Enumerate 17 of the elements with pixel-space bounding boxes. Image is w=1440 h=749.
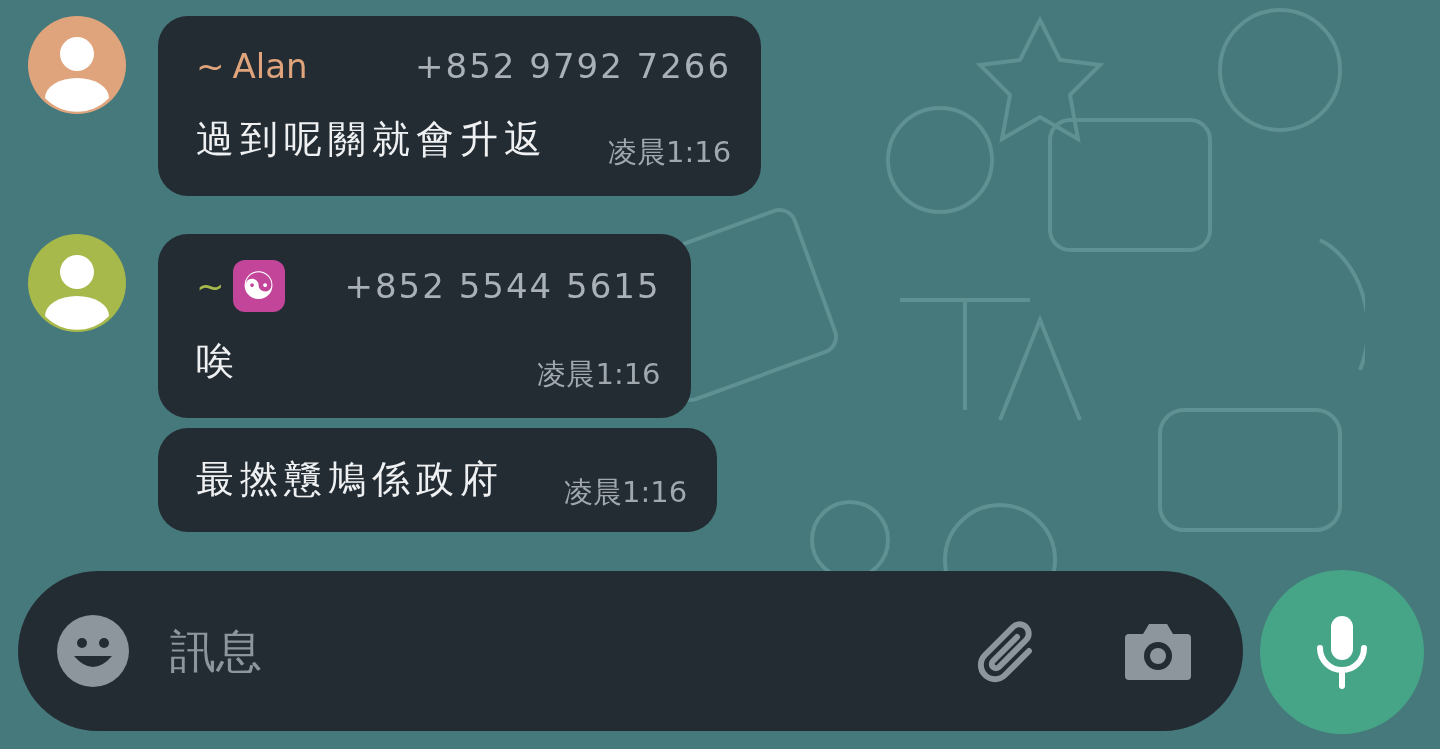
emoji-icon[interactable] xyxy=(56,614,130,688)
message-text: 過到呢關就會升返 xyxy=(196,116,548,163)
sender-name: ~ xyxy=(196,265,225,308)
sender-emoji: ☯ xyxy=(232,260,285,312)
message-text: 最撚戇鳩係政府 xyxy=(196,456,504,503)
sender-name: ~ xyxy=(196,45,225,88)
message-time: 凌晨1:16 xyxy=(608,133,732,171)
sender-name: Alan xyxy=(232,45,308,88)
message-text: 唉 xyxy=(196,338,240,385)
message-field[interactable]: 訊息 xyxy=(168,615,967,687)
message-time: 凌晨1:16 xyxy=(564,473,688,511)
phone-number: +852 5544 5615 xyxy=(344,265,661,308)
message-input-bar[interactable]: 訊息 xyxy=(18,571,1243,731)
avatar[interactable] xyxy=(28,16,126,114)
avatar[interactable] xyxy=(28,234,126,332)
message-time: 凌晨1:16 xyxy=(537,355,661,393)
phone-number: +852 9792 7266 xyxy=(415,45,732,88)
